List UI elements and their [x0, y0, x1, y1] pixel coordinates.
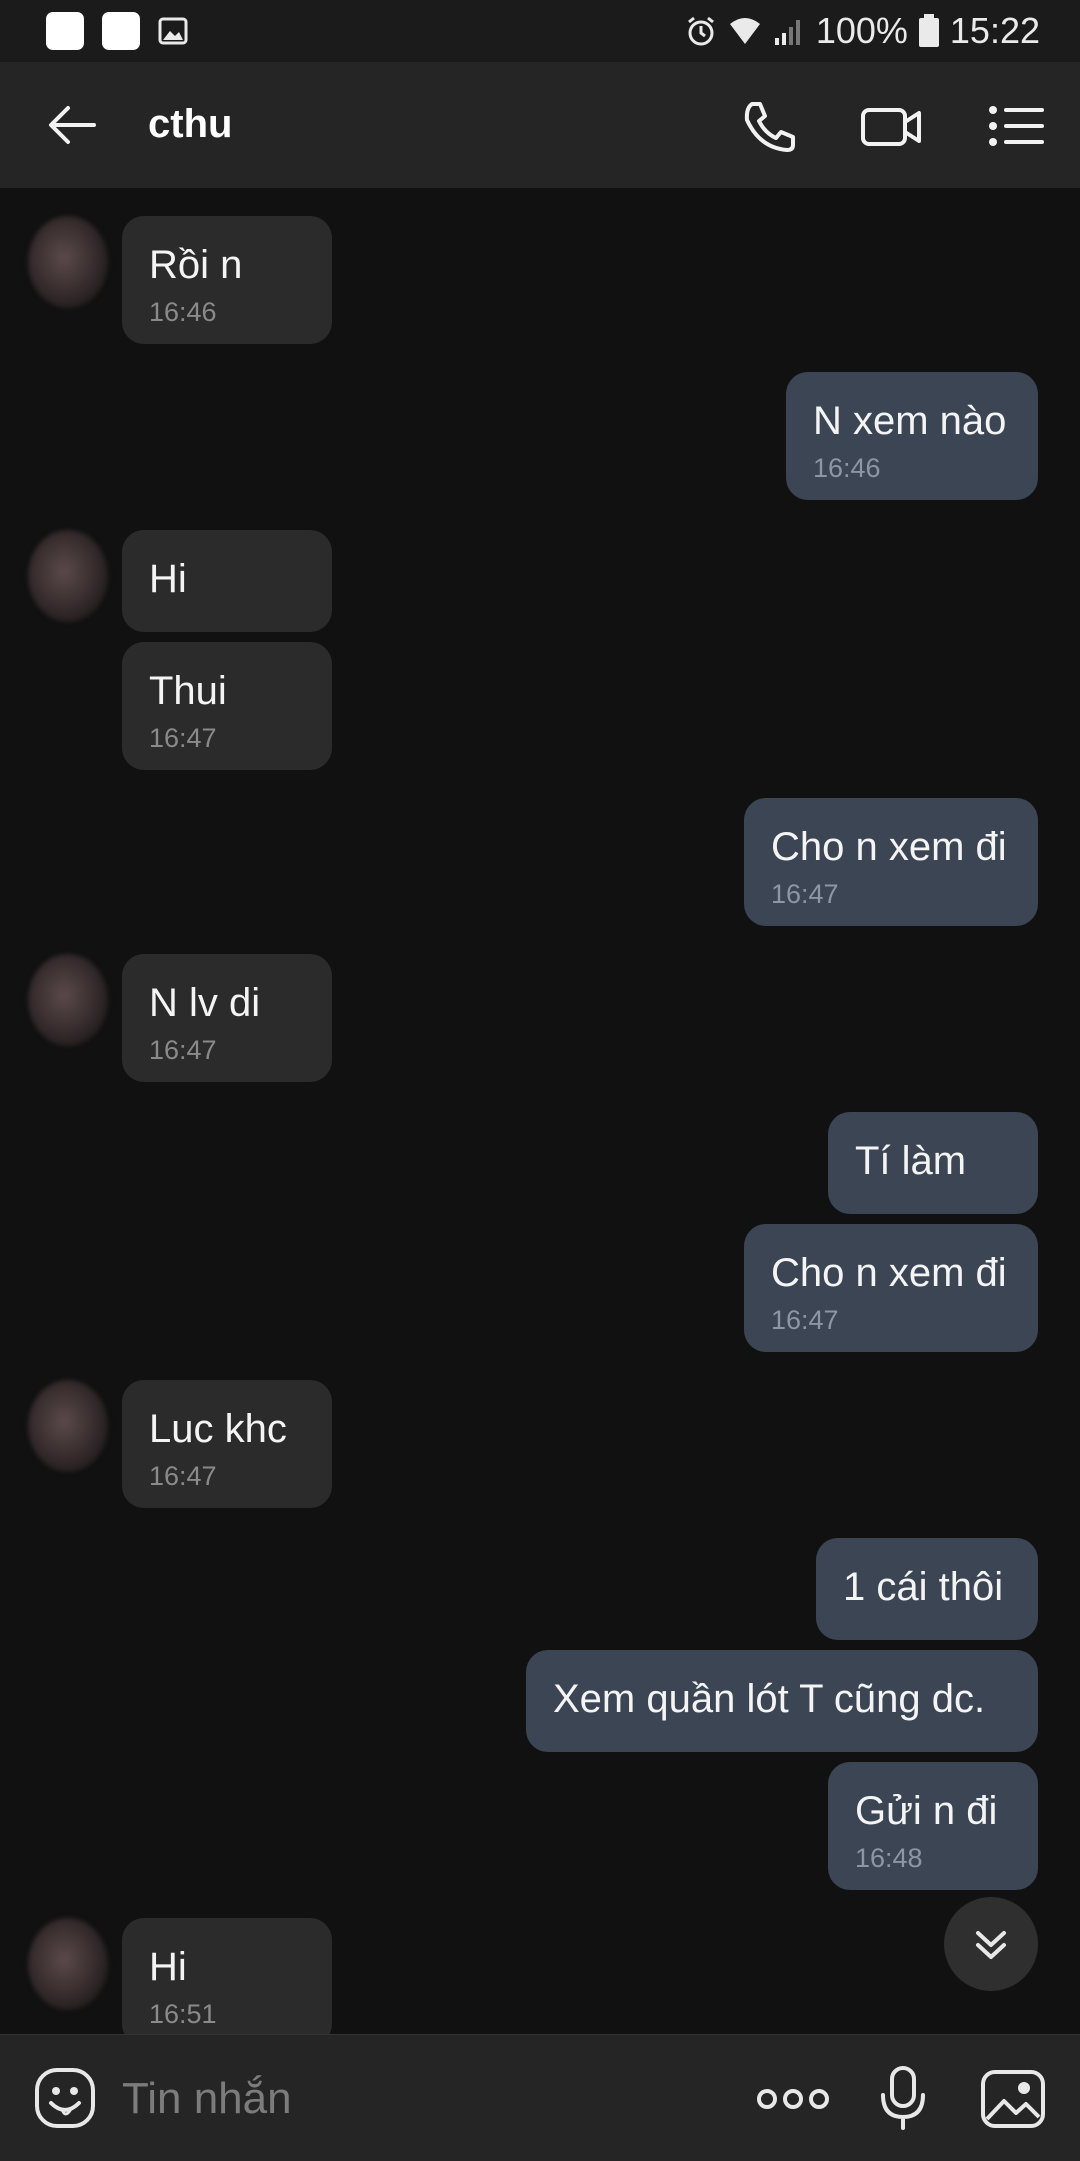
scroll-to-bottom-button[interactable] — [944, 1897, 1038, 1991]
message-composer — [0, 2034, 1080, 2161]
message-text: Thui — [149, 669, 227, 713]
message-time: 16:46 — [149, 297, 217, 327]
back-arrow-icon[interactable] — [44, 100, 100, 150]
message-bubble-outgoing[interactable]: Gửi n đi 16:48 — [828, 1762, 1038, 1890]
gallery-icon[interactable] — [980, 2069, 1046, 2129]
message-input[interactable] — [120, 2065, 704, 2133]
avatar[interactable] — [28, 954, 108, 1046]
avatar[interactable] — [28, 216, 108, 308]
emoji-icon[interactable] — [34, 2067, 96, 2129]
message-bubble-incoming[interactable]: Rồi n 16:46 — [122, 216, 332, 344]
contact-name[interactable]: cthu — [148, 102, 232, 147]
message-text: Cho n xem đi — [771, 1251, 1007, 1295]
double-chevron-down-icon — [976, 1931, 1006, 1959]
message-bubble-outgoing[interactable]: Tí làm — [828, 1112, 1038, 1214]
chat-header: cthu — [0, 62, 1080, 188]
message-time: 16:47 — [149, 1035, 217, 1065]
menu-list-icon[interactable] — [986, 98, 1048, 154]
message-text: 1 cái thôi — [843, 1565, 1004, 1609]
image-icon — [158, 17, 188, 45]
avatar[interactable] — [28, 530, 108, 622]
message-time: 16:51 — [149, 1999, 217, 2029]
message-text: Hi — [149, 1945, 187, 1989]
message-text: Luc khc — [149, 1407, 287, 1451]
message-text: Tí làm — [855, 1139, 967, 1183]
message-time: 16:47 — [149, 723, 217, 753]
message-bubble-incoming[interactable]: Hi 16:51 — [122, 1918, 332, 2034]
message-bubble-outgoing[interactable]: 1 cái thôi — [816, 1538, 1038, 1640]
app-square-icon — [102, 12, 140, 50]
phone-icon[interactable] — [738, 98, 800, 154]
alarm-icon — [687, 16, 714, 46]
message-time: 16:47 — [771, 1305, 839, 1335]
message-bubble-outgoing[interactable]: Cho n xem đi 16:47 — [744, 1224, 1038, 1352]
message-time: 16:47 — [771, 879, 839, 909]
message-bubble-incoming[interactable]: Hi — [122, 530, 332, 632]
message-text: Gửi n đi — [855, 1789, 998, 1833]
message-bubble-incoming[interactable]: Luc khc 16:47 — [122, 1380, 332, 1508]
status-bar: 100% 15:22 — [0, 0, 1080, 62]
app-square-icon — [46, 12, 84, 50]
message-bubble-incoming[interactable]: N lv di 16:47 — [122, 954, 332, 1082]
message-bubble-outgoing[interactable]: Xem quần lót T cũng dc. — [526, 1650, 1038, 1752]
battery-icon — [918, 14, 939, 47]
message-time: 16:46 — [813, 453, 881, 483]
message-bubble-outgoing[interactable]: N xem nào 16:46 — [786, 372, 1038, 500]
message-text: Hi — [149, 557, 187, 601]
battery-percent: 100% — [815, 10, 908, 51]
message-time: 16:47 — [149, 1461, 217, 1491]
message-list[interactable]: Rồi n 16:46 N xem nào 16:46 Hi Thui 16:4… — [0, 188, 1080, 2034]
avatar[interactable] — [28, 1380, 108, 1472]
video-camera-icon[interactable] — [860, 98, 922, 154]
more-options-icon[interactable] — [756, 2081, 830, 2117]
avatar[interactable] — [28, 1918, 108, 2010]
signal-icon — [774, 20, 800, 45]
message-text: Cho n xem đi — [771, 825, 1007, 869]
message-text: Rồi n — [149, 243, 243, 287]
clock: 15:22 — [949, 10, 1040, 51]
message-bubble-outgoing[interactable]: Cho n xem đi 16:47 — [744, 798, 1038, 926]
message-text: N lv di — [149, 981, 261, 1025]
message-text: N xem nào — [813, 399, 1007, 443]
message-text: Xem quần lót T cũng dc. — [553, 1677, 986, 1721]
message-time: 16:48 — [855, 1843, 923, 1873]
microphone-icon[interactable] — [878, 2065, 928, 2131]
wifi-icon — [729, 18, 760, 44]
message-bubble-incoming[interactable]: Thui 16:47 — [122, 642, 332, 770]
